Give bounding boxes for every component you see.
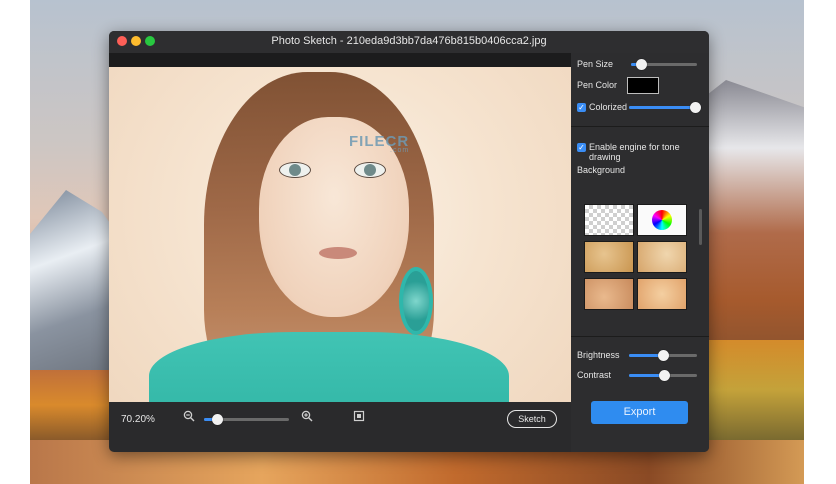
pen-color-label: Pen Color: [577, 80, 618, 90]
pen-size-slider[interactable]: [631, 59, 697, 70]
colorized-checkbox[interactable]: ✓: [577, 103, 586, 112]
portrait-eye-right: [354, 162, 386, 178]
colorized-slider[interactable]: [629, 102, 701, 113]
brightness-label: Brightness: [577, 350, 620, 360]
zoom-in-icon[interactable]: [300, 410, 314, 424]
watermark: FILECR .com: [349, 133, 409, 154]
pen-size-slider-knob[interactable]: [635, 59, 647, 70]
brightness-slider[interactable]: [629, 350, 697, 361]
title-bar[interactable]: Photo Sketch - 210eda9d3bb7da476b815b040…: [109, 31, 709, 54]
background-thumb-paper-2[interactable]: [637, 241, 687, 273]
export-button[interactable]: Export: [591, 401, 688, 424]
colorized-label: Colorized: [589, 102, 628, 112]
background-thumb-color-wheel[interactable]: [637, 204, 687, 236]
portrait-eye-left: [279, 162, 311, 178]
settings-panel: Pen Size Pen Color ✓ Colorized ✓ Enable …: [571, 53, 709, 452]
pen-size-label: Pen Size: [577, 59, 614, 69]
background-thumb-transparent[interactable]: [584, 204, 634, 236]
window-title: Photo Sketch - 210eda9d3bb7da476b815b040…: [271, 35, 547, 47]
brightness-slider-knob[interactable]: [658, 350, 669, 361]
background-scrollbar[interactable]: [699, 209, 702, 245]
background-thumb-paper-4[interactable]: [637, 278, 687, 310]
background-thumb-paper-1[interactable]: [584, 241, 634, 273]
panel-divider: [571, 126, 709, 127]
tone-engine-checkbox[interactable]: ✓: [577, 143, 586, 152]
canvas-toolbar: 70.20% Sketch: [109, 402, 571, 436]
pen-color-swatch[interactable]: [627, 77, 659, 94]
portrait-lips: [319, 247, 357, 259]
colorized-slider-knob[interactable]: [690, 102, 701, 113]
contrast-label: Contrast: [577, 370, 612, 380]
zoom-percentage: 70.20%: [121, 414, 155, 425]
foliage-right: [704, 340, 804, 440]
portrait-earring: [399, 267, 433, 335]
zoom-out-icon[interactable]: [182, 410, 196, 424]
fit-to-window-icon[interactable]: [352, 410, 366, 424]
sketch-button[interactable]: Sketch: [507, 410, 557, 428]
color-wheel-icon: [652, 210, 672, 230]
image-canvas[interactable]: FILECR .com: [109, 53, 571, 436]
sketch-preview-image: FILECR .com: [109, 67, 571, 432]
contrast-slider-knob[interactable]: [659, 370, 671, 381]
app-window: Photo Sketch - 210eda9d3bb7da476b815b040…: [109, 31, 709, 452]
colorized-slider-fill: [629, 106, 695, 109]
tone-engine-label: Enable engine for tone drawing: [589, 142, 680, 162]
zoom-slider[interactable]: [204, 414, 289, 425]
background-label: Background: [577, 165, 626, 175]
contrast-slider[interactable]: [629, 370, 697, 381]
background-thumb-paper-3[interactable]: [584, 278, 634, 310]
zoom-slider-knob[interactable]: [211, 414, 223, 425]
panel-divider: [571, 336, 709, 337]
background-grid: [581, 201, 697, 316]
